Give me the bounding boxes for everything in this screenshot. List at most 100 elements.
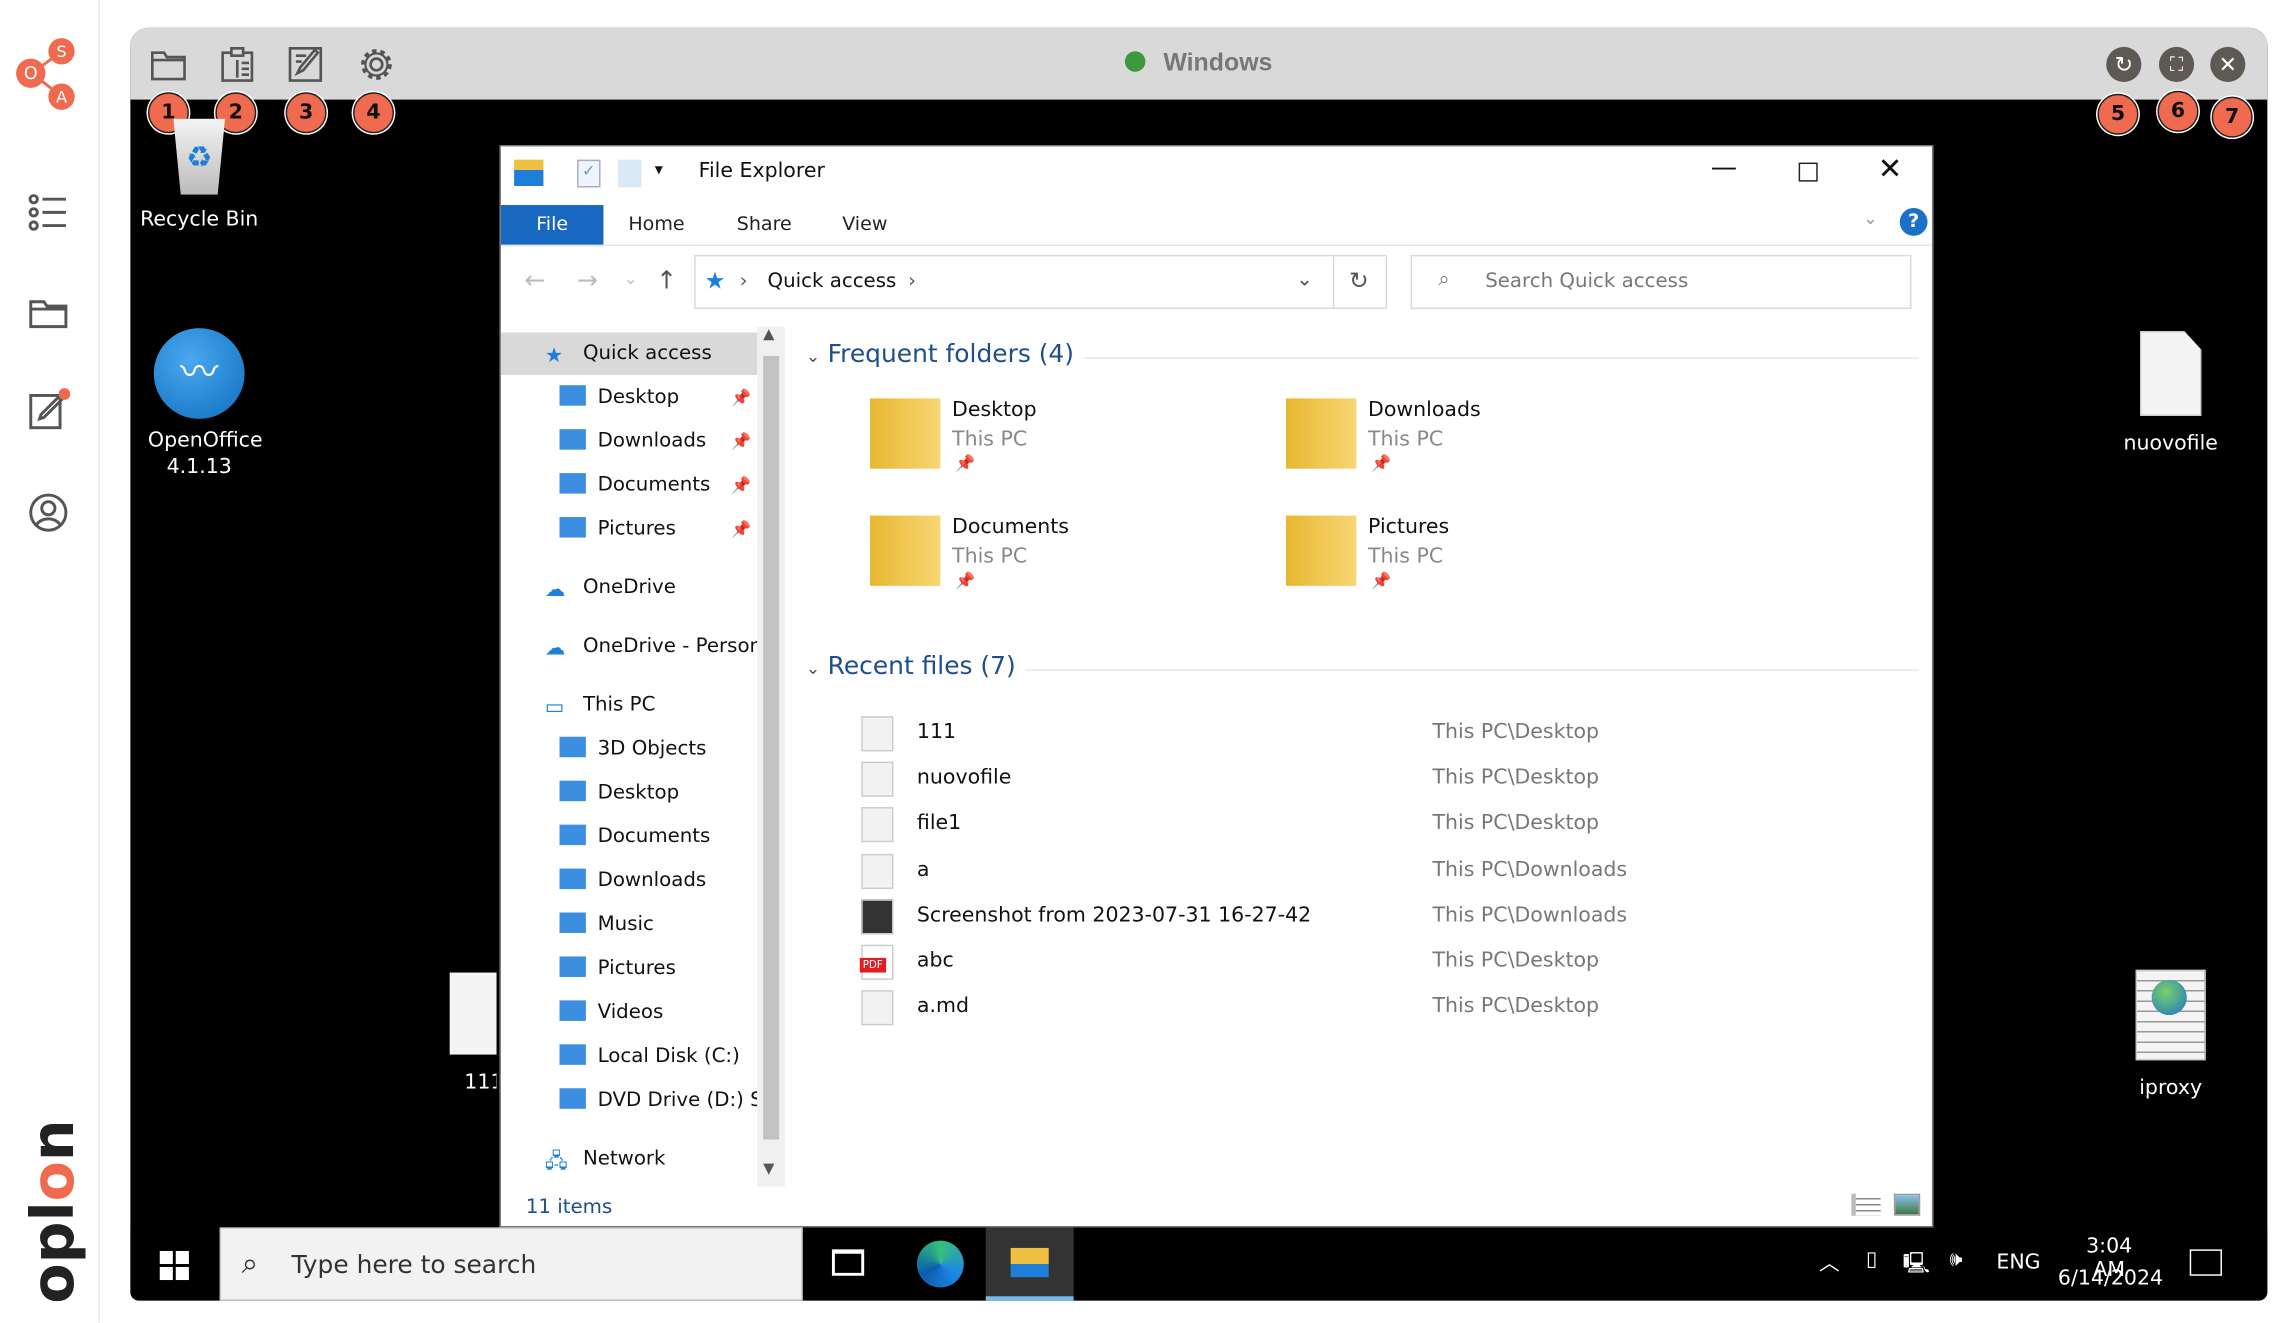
- details-view-icon[interactable]: [1851, 1193, 1881, 1216]
- nav-scrollbar[interactable]: ▲ ▼: [757, 326, 786, 1187]
- nav-item[interactable]: DVD Drive (D:) S:: [501, 1079, 757, 1121]
- svg-text:A: A: [56, 88, 67, 107]
- frequent-folder[interactable]: Pictures This PC 📌: [1286, 515, 1652, 619]
- frequent-folders-header[interactable]: ⌄ Frequent folders (4): [806, 340, 1919, 369]
- nav-item-icon: ★: [544, 344, 564, 368]
- new-folder-icon[interactable]: [618, 159, 642, 188]
- nav-item-label: Quick access: [582, 341, 712, 365]
- folder-icon[interactable]: [26, 290, 70, 334]
- recent-files-header[interactable]: ⌄ Recent files (7): [806, 652, 1919, 681]
- folder-name: Desktop: [952, 398, 1037, 422]
- edge-icon[interactable]: [916, 1240, 964, 1288]
- recent-locations-button[interactable]: ⌄: [624, 270, 638, 289]
- nav-item[interactable]: 🖧 Network: [501, 1138, 757, 1180]
- windows-start-icon[interactable]: [159, 1250, 189, 1281]
- desktop-icon-openoffice[interactable]: 〰 OpenOffice 4.1.13: [130, 328, 272, 480]
- desktop-icon-nuovofile[interactable]: nuovofile: [2097, 331, 2243, 457]
- address-dropdown-chevron-icon[interactable]: ⌄: [1296, 268, 1313, 291]
- folder-icon: [870, 515, 941, 586]
- recent-file-row[interactable]: nuovofile This PC\Desktop: [852, 756, 1921, 801]
- nav-item[interactable]: Videos: [501, 992, 757, 1034]
- scrollbar-thumb[interactable]: [763, 355, 780, 1140]
- nav-item[interactable]: ★ Quick access: [500, 332, 758, 375]
- network-icon[interactable]: 🖳: [1903, 1248, 1930, 1283]
- pin-icon: 📌: [731, 388, 752, 408]
- recent-file-row[interactable]: 111 This PC\Desktop: [852, 710, 1921, 755]
- user-circle-icon[interactable]: [26, 491, 70, 535]
- explorer-icon: [514, 159, 544, 187]
- tab-home[interactable]: Home: [603, 205, 709, 246]
- nav-item[interactable]: Desktop 📌: [501, 376, 757, 418]
- frequent-folder[interactable]: Downloads This PC 📌: [1286, 398, 1652, 501]
- search-icon: ⌕: [1438, 268, 1450, 292]
- nav-item[interactable]: Documents 📌: [501, 464, 757, 506]
- breadcrumb-chevron[interactable]: ›: [908, 270, 916, 293]
- edit-icon[interactable]: [26, 388, 71, 432]
- volume-icon[interactable]: 🕪: [1950, 1248, 1963, 1271]
- maximize-button[interactable]: [1798, 162, 1818, 182]
- task-view-icon[interactable]: [831, 1249, 865, 1276]
- search-box[interactable]: ⌕ Search Quick access: [1410, 254, 1912, 310]
- nav-item[interactable]: Downloads 📌: [501, 420, 757, 462]
- search-icon: ⌕: [241, 1244, 259, 1281]
- tab-file[interactable]: File: [500, 205, 604, 247]
- nav-item[interactable]: Local Disk (C:): [501, 1036, 757, 1078]
- nav-item[interactable]: Desktop: [501, 772, 757, 814]
- refresh-button[interactable]: ↻: [2106, 46, 2142, 83]
- nav-item[interactable]: 3D Objects: [501, 728, 757, 770]
- nav-item[interactable]: ▭ This PC: [501, 684, 757, 726]
- properties-icon[interactable]: ✓: [577, 159, 601, 188]
- osa-logo[interactable]: S O A: [12, 35, 85, 114]
- refresh-icon[interactable]: ↻: [1349, 267, 1369, 295]
- nav-item[interactable]: Music: [501, 904, 757, 946]
- address-bar[interactable]: ★ › Quick access › ⌄ ↻: [694, 254, 1388, 310]
- file-path: This PC\Downloads: [1432, 903, 1628, 927]
- recent-file-row[interactable]: a This PC\Downloads: [852, 847, 1921, 892]
- nav-item[interactable]: ☁ OneDrive - Personal: [501, 625, 757, 667]
- minimize-button[interactable]: —: [1711, 152, 1737, 183]
- desktop-icon-111[interactable]: 111: [409, 972, 497, 1096]
- language-indicator[interactable]: ENG: [1996, 1251, 2040, 1274]
- up-button[interactable]: ↑: [656, 267, 677, 296]
- badge-6: 6: [2157, 90, 2199, 132]
- close-window-button[interactable]: ✕: [1878, 151, 1903, 186]
- list-icon[interactable]: [26, 190, 70, 234]
- back-button[interactable]: ←: [524, 267, 545, 296]
- show-hidden-icons-chevron[interactable]: ︿: [1819, 1248, 1840, 1277]
- nav-item-icon: [559, 517, 586, 538]
- file-explorer-window: ✓ ▾ File Explorer — ✕ File Home Share Vi…: [499, 145, 1934, 1228]
- desktop-icon-iproxy[interactable]: iproxy: [2097, 969, 2243, 1102]
- help-icon[interactable]: ?: [1899, 207, 1928, 236]
- tab-share[interactable]: Share: [712, 205, 817, 246]
- usb-icon[interactable]: ▯: [1866, 1248, 1877, 1271]
- desktop-icon-recycle-bin[interactable]: ♻ Recycle Bin: [130, 118, 272, 233]
- nav-item[interactable]: Pictures 📌: [501, 508, 757, 550]
- taskbar-search-box[interactable]: ⌕ Type here to search: [219, 1227, 803, 1301]
- tab-view[interactable]: View: [817, 205, 912, 246]
- forward-button[interactable]: →: [577, 267, 598, 296]
- folder-name: Documents: [952, 515, 1069, 540]
- recent-file-row[interactable]: a.md This PC\Desktop: [852, 985, 1921, 1030]
- quick-access-toolbar-dropdown[interactable]: ▾: [655, 160, 663, 179]
- frequent-folder[interactable]: Desktop This PC 📌: [870, 398, 1236, 501]
- taskbar-file-explorer[interactable]: [985, 1227, 1074, 1301]
- nav-item[interactable]: Pictures: [501, 948, 757, 990]
- nav-item[interactable]: Documents: [501, 816, 757, 858]
- expand-ribbon-chevron-icon[interactable]: ⌄: [1863, 208, 1878, 229]
- scroll-up-icon[interactable]: ▲: [763, 327, 774, 343]
- breadcrumb-quick-access[interactable]: Quick access: [768, 270, 897, 293]
- recent-file-row[interactable]: PDF abc This PC\Desktop: [852, 939, 1921, 984]
- clock-date[interactable]: 6/14/2024: [2058, 1267, 2163, 1290]
- svg-text:oplon: oplon: [19, 1119, 87, 1303]
- navigation-pane: ★ Quick access Desktop 📌 Downloads 📌 Documents…: [500, 327, 785, 1187]
- frequent-folder[interactable]: Documents This PC 📌: [870, 515, 1236, 619]
- large-icons-view-icon[interactable]: [1893, 1193, 1921, 1216]
- recent-file-row[interactable]: file1 This PC\Desktop: [852, 802, 1921, 847]
- notifications-icon[interactable]: [2189, 1249, 2222, 1276]
- close-session-button[interactable]: ✕: [2210, 46, 2246, 83]
- scroll-down-icon[interactable]: ▼: [763, 1162, 774, 1178]
- recent-file-row[interactable]: Screenshot from 2023-07-31 16-27-42 This …: [852, 893, 1921, 938]
- nav-item[interactable]: ☁ OneDrive: [501, 567, 757, 609]
- fullscreen-button[interactable]: ⛶: [2158, 46, 2195, 83]
- nav-item[interactable]: Downloads: [501, 860, 757, 902]
